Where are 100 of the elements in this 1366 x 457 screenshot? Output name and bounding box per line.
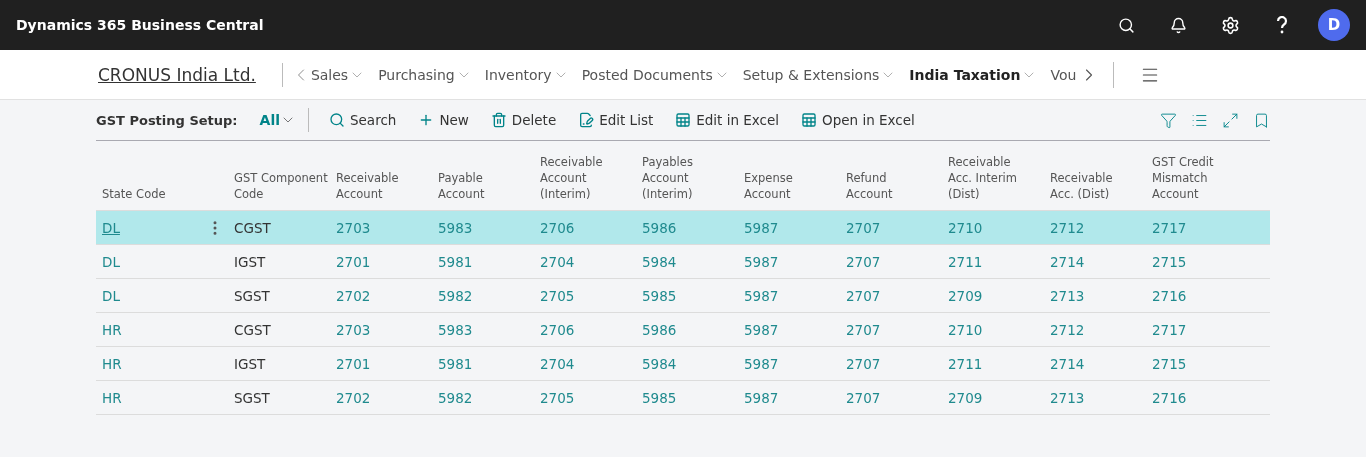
edit-list-icon bbox=[578, 112, 595, 128]
user-avatar[interactable]: D bbox=[1318, 9, 1350, 41]
toolbar-button[interactable]: Search bbox=[329, 112, 397, 128]
table-cell-text: 2703 bbox=[335, 219, 372, 236]
column-header[interactable]: Receivable Account (Interim) bbox=[534, 154, 636, 202]
table-cell-link[interactable]: HR bbox=[96, 321, 122, 338]
table-cell-link[interactable]: HR bbox=[96, 389, 122, 406]
search-icon bbox=[329, 112, 345, 128]
table-cell-text: 2711 bbox=[947, 253, 984, 270]
table-cell-text: 5987 bbox=[743, 389, 780, 406]
column-header[interactable]: Receivable Acc. (Dist) bbox=[1044, 170, 1146, 202]
table-cell-text: 5985 bbox=[641, 389, 678, 406]
table-cell-text: 5982 bbox=[437, 389, 474, 406]
table-cell-text: 2714 bbox=[1049, 355, 1086, 372]
column-header[interactable]: Payables Account (Interim) bbox=[636, 154, 738, 202]
table-cell-text: 2717 bbox=[1151, 321, 1188, 338]
table-cell-text: 2707 bbox=[845, 219, 882, 236]
table-cell-link[interactable]: HR bbox=[96, 355, 122, 372]
table-cell-text: 2717 bbox=[1151, 219, 1188, 236]
table-cell-text: 2709 bbox=[947, 389, 984, 406]
table-cell-text: 2701 bbox=[335, 355, 372, 372]
table-cell-text: 5981 bbox=[437, 355, 474, 372]
column-header[interactable]: Expense Account bbox=[738, 170, 840, 202]
bookmark-icon[interactable] bbox=[1253, 111, 1270, 129]
table-cell-text: 5983 bbox=[437, 321, 474, 338]
table-cell-text: 2715 bbox=[1151, 355, 1188, 372]
column-header[interactable]: State Code bbox=[96, 186, 228, 202]
table-cell-text: 5987 bbox=[743, 321, 780, 338]
table-cell-text: 2705 bbox=[539, 287, 576, 304]
column-header[interactable]: GST Credit Mismatch Account bbox=[1146, 154, 1248, 202]
toolbar-button[interactable]: Delete bbox=[490, 112, 557, 128]
toolbar-button[interactable]: Edit in Excel bbox=[675, 112, 780, 128]
bell-icon[interactable] bbox=[1169, 16, 1187, 34]
excel-icon bbox=[675, 112, 692, 128]
table-cell-text: 5983 bbox=[437, 219, 474, 236]
table-cell-text: 2710 bbox=[947, 321, 984, 338]
table-cell-text: 2702 bbox=[335, 287, 372, 304]
table-cell-text: 5987 bbox=[743, 253, 780, 270]
table-cell-text: 5985 bbox=[641, 287, 678, 304]
table-cell-text: 5987 bbox=[743, 287, 780, 304]
table-cell-text: 2704 bbox=[539, 253, 576, 270]
table-cell-text: 2715 bbox=[1151, 253, 1188, 270]
column-header[interactable]: Refund Account bbox=[840, 170, 942, 202]
table-cell-text: 5987 bbox=[743, 219, 780, 236]
toolbar-button[interactable]: Edit List bbox=[578, 112, 654, 128]
table-cell-text: CGST bbox=[233, 321, 272, 338]
table-cell-text: 2705 bbox=[539, 389, 576, 406]
company-name[interactable]: CRONUS India Ltd. bbox=[98, 62, 283, 87]
column-header[interactable]: GST Component Code bbox=[228, 170, 330, 202]
table-cell-text: 2713 bbox=[1049, 287, 1086, 304]
table-cell-text: 2707 bbox=[845, 389, 882, 406]
table-row[interactable]: HR IGST 2701 5981 2704 5984 5987 2707 2711 2714 2715 bbox=[96, 347, 1270, 381]
table-cell-text: 2707 bbox=[845, 287, 882, 304]
table-row[interactable]: DL CGST 2703 5983 2706 5986 5987 2707 2710 2712 2717 bbox=[96, 211, 1270, 245]
table-cell-text: 2704 bbox=[539, 355, 576, 372]
nav-menu-item[interactable]: Setup & Extensions bbox=[742, 66, 897, 83]
table-cell-text: 2714 bbox=[1049, 253, 1086, 270]
table-cell-text: 2707 bbox=[845, 355, 882, 372]
nav-menu-item[interactable]: Inventory bbox=[484, 66, 569, 83]
column-header[interactable]: Receivable Account bbox=[330, 170, 432, 202]
table-cell-text: 5982 bbox=[437, 287, 474, 304]
table-cell-link[interactable]: DL bbox=[96, 253, 120, 270]
column-header[interactable]: Receivable Acc. Interim (Dist) bbox=[942, 154, 1044, 202]
view-filter-dropdown[interactable]: All bbox=[257, 108, 309, 132]
table-cell-text: 2710 bbox=[947, 219, 984, 236]
expand-icon[interactable] bbox=[1222, 111, 1239, 129]
table-cell-text: 2711 bbox=[947, 355, 984, 372]
table-cell-text: IGST bbox=[233, 253, 267, 270]
trash-icon bbox=[490, 112, 507, 128]
table-cell-text: 2712 bbox=[1049, 219, 1086, 236]
table-row[interactable]: DL IGST 2701 5981 2704 5984 5987 2707 2711 2714 2715 bbox=[96, 245, 1270, 279]
search-icon[interactable] bbox=[1117, 16, 1135, 34]
table-cell-text: 2703 bbox=[335, 321, 372, 338]
toolbar-button[interactable]: New bbox=[418, 112, 469, 128]
help-icon[interactable] bbox=[1276, 16, 1288, 34]
table-cell-text: 5987 bbox=[743, 355, 780, 372]
table-row[interactable]: HR SGST 2702 5982 2705 5985 5987 2707 2709 2713 2716 bbox=[96, 381, 1270, 415]
table-cell-text: SGST bbox=[233, 287, 271, 304]
nav-menu-item[interactable]: Vou bbox=[1050, 66, 1077, 83]
table-cell-text: IGST bbox=[233, 355, 267, 372]
nav-menu-item[interactable]: Posted Documents bbox=[581, 66, 730, 83]
table-cell-text: 5986 bbox=[641, 321, 678, 338]
column-header[interactable]: Payable Account bbox=[432, 170, 534, 202]
app-title: Dynamics 365 Business Central bbox=[16, 17, 265, 33]
settings-icon[interactable] bbox=[1220, 15, 1240, 35]
table-cell-text: 2706 bbox=[539, 321, 576, 338]
page-title: GST Posting Setup: bbox=[96, 112, 238, 128]
nav-menu-item[interactable]: Purchasing bbox=[378, 66, 472, 83]
table-cell-link[interactable]: DL bbox=[96, 287, 120, 304]
table-cell-text: SGST bbox=[233, 389, 271, 406]
filter-icon[interactable] bbox=[1160, 111, 1177, 129]
table-cell-text: 2707 bbox=[845, 321, 882, 338]
table-row[interactable]: HR CGST 2703 5983 2706 5986 5987 2707 2710 2712 2717 bbox=[96, 313, 1270, 347]
excel-icon bbox=[801, 112, 818, 128]
table-row[interactable]: DL SGST 2702 5982 2705 5985 5987 2707 2709 2713 2716 bbox=[96, 279, 1270, 313]
nav-menu-item[interactable]: India Taxation bbox=[909, 66, 1038, 83]
nav-menu-item[interactable]: Sales bbox=[310, 66, 366, 83]
toolbar-button[interactable]: Open in Excel bbox=[801, 112, 915, 128]
table-cell-text: 2707 bbox=[845, 253, 882, 270]
table-cell-text: 2716 bbox=[1151, 287, 1188, 304]
